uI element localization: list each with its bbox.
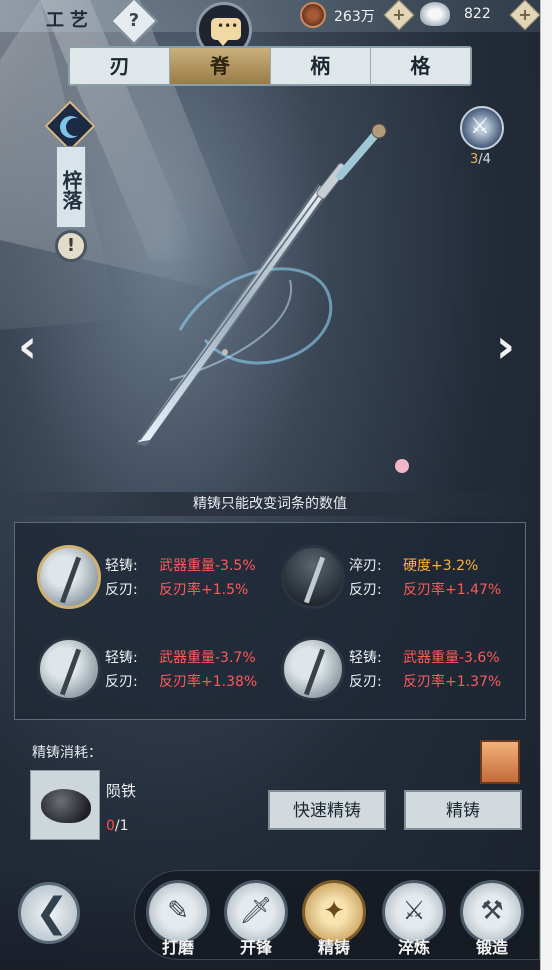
refine-hint: 精铸只能改变词条的数值 xyxy=(0,492,540,516)
page-title: 工艺 xyxy=(46,10,94,31)
affix-entry[interactable]: 轻铸: 武器重量-3.5% 反刃: 反刃率+1.5% xyxy=(33,541,273,621)
affix-slot-icon xyxy=(37,545,101,609)
next-weapon-arrow[interactable]: › xyxy=(496,323,515,369)
back-arrow-icon: ❮ xyxy=(35,890,69,936)
plus-icon: + xyxy=(392,5,406,24)
nav-label: 淬炼 xyxy=(397,938,430,957)
copper-amount: 263万 xyxy=(334,9,375,25)
weapon-badge: 梓落 ! xyxy=(44,100,96,264)
chat-bubble-icon xyxy=(211,18,241,40)
chat-bubble-tail xyxy=(217,39,229,46)
weapon-name: 梓落 xyxy=(56,146,86,228)
ore-icon xyxy=(41,789,91,823)
lantern-icon[interactable] xyxy=(480,740,520,784)
affix-entry[interactable]: 轻铸: 武器重量-3.7% 反刃: 反刃率+1.38% xyxy=(33,633,273,713)
sharpen-icon: 🗡 xyxy=(239,896,273,926)
prev-weapon-arrow[interactable]: ‹ xyxy=(18,323,37,369)
forge-screen: 工艺 ? 263万 + 822 + 刃 脊 柄 格 梓落 ! ⚔ 3/4 ‹ ›… xyxy=(0,0,552,970)
affix-panel: 轻铸: 武器重量-3.5% 反刃: 反刃率+1.5% 淬刃: 硬度+3.2% 反刃: 反… xyxy=(14,522,526,720)
grind-icon: ✎ xyxy=(167,896,189,926)
affix-slot-icon xyxy=(281,545,345,609)
material-name: 陨铁 xyxy=(106,782,137,800)
skill-button[interactable]: ⚔ xyxy=(460,106,504,150)
nav-label: 精铸 xyxy=(317,938,350,957)
skill-count: 3/4 xyxy=(470,152,491,167)
nav-label: 锻造 xyxy=(475,938,508,957)
temper-icon: ⚔ xyxy=(402,896,426,926)
help-icon: ? xyxy=(128,10,140,31)
tab-blade[interactable]: 刃 xyxy=(70,48,171,84)
quick-refine-button[interactable]: 快速精铸 xyxy=(268,790,386,830)
affix-slot-icon xyxy=(281,637,345,701)
plus-icon: + xyxy=(518,5,532,24)
material-slot[interactable] xyxy=(30,770,100,840)
affix-entry[interactable]: 轻铸: 武器重量-3.6% 反刃: 反刃率+1.37% xyxy=(277,633,517,713)
refine-button[interactable]: 精铸 xyxy=(404,790,522,830)
window-scrollbar[interactable] xyxy=(540,0,552,970)
tab-spine[interactable]: 脊 xyxy=(170,48,271,84)
affix-entry[interactable]: 淬刃: 硬度+3.2% 反刃: 反刃率+1.47% xyxy=(277,541,517,621)
cost-title: 精铸消耗： xyxy=(32,745,102,761)
nav-label: 打磨 xyxy=(161,938,194,957)
part-tabs: 刃 脊 柄 格 xyxy=(68,46,472,86)
silver-ingot-icon xyxy=(420,2,450,26)
silver-amount: 822 xyxy=(464,6,491,22)
tab-guard[interactable]: 格 xyxy=(371,48,470,84)
swords-icon: ⚔ xyxy=(470,114,490,139)
tab-hilt[interactable]: 柄 xyxy=(271,48,371,84)
moon-icon xyxy=(60,116,84,138)
material-count: 0/1 xyxy=(106,818,129,834)
weapon-info-button[interactable]: ! xyxy=(55,230,87,262)
forge-icon: ⚒ xyxy=(480,896,504,926)
copper-coin-icon xyxy=(300,2,326,28)
affix-slot-icon xyxy=(37,637,101,701)
nav-label: 开锋 xyxy=(239,938,272,957)
refine-icon: ✦ xyxy=(323,896,345,926)
back-button[interactable]: ❮ xyxy=(18,882,80,944)
